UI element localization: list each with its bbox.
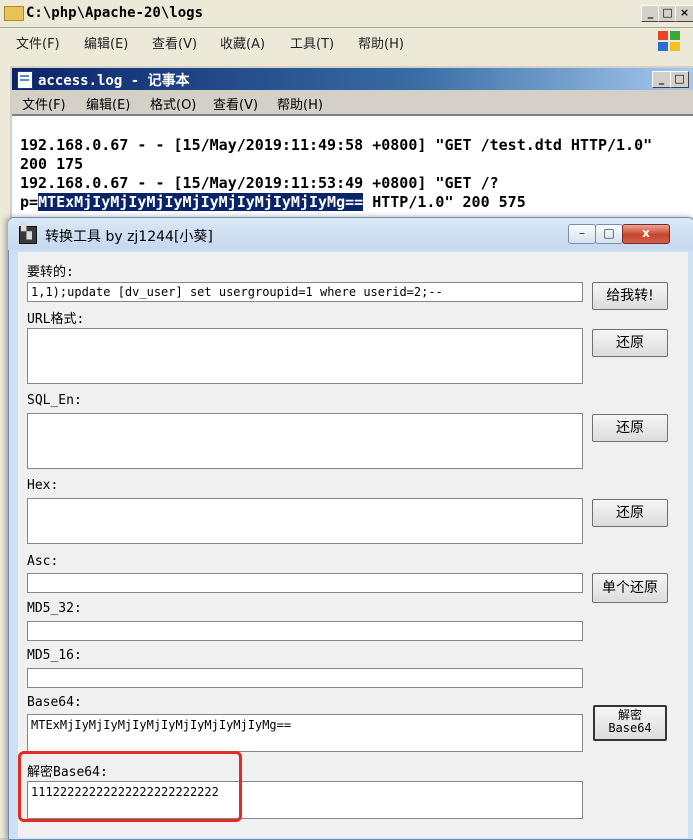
menu-view[interactable]: 查看(V): [152, 33, 197, 52]
log-line: p=MTExMjIyMjIyMjIyMjIyMjIyMjIyMjIyMg== H…: [20, 193, 526, 211]
notepad-icon: [17, 71, 33, 89]
highlight-annotation-box: [18, 751, 242, 822]
menu-edit[interactable]: 编辑(E): [84, 33, 128, 52]
hex-output[interactable]: [27, 498, 583, 544]
hex-restore-button[interactable]: 还原: [592, 499, 668, 527]
windows-logo-icon: [658, 31, 680, 51]
md5-32-label: MD5_32:: [27, 601, 82, 616]
input-label: 要转的:: [27, 265, 74, 280]
menu-tools[interactable]: 工具(T): [290, 33, 334, 52]
notepad-menu-help[interactable]: 帮助(H): [277, 94, 323, 113]
notepad-maximize-button[interactable]: □: [670, 71, 689, 88]
log-line: 192.168.0.67 - - [15/May/2019:11:49:58 +…: [20, 136, 653, 154]
log-suffix: HTTP/1.0" 200 575: [363, 193, 526, 211]
explorer-title-bar[interactable]: C:\php\Apache-20\logs _ □ ×: [0, 0, 693, 28]
md5-32-output[interactable]: [27, 621, 583, 641]
app-icon: [19, 224, 37, 244]
notepad-menu-format[interactable]: 格式(O): [150, 94, 196, 113]
asc-output[interactable]: [27, 573, 583, 593]
url-restore-button[interactable]: 还原: [592, 329, 668, 357]
converter-title-bar[interactable]: 转换工具 by zj1244[小葵] – □ x: [8, 218, 693, 250]
explorer-menu-bar: 文件(F) 编辑(E) 查看(V) 收藏(A) 工具(T) 帮助(H): [0, 28, 693, 54]
converter-minimize-button[interactable]: –: [568, 224, 596, 244]
folder-icon: [4, 6, 24, 21]
explorer-title: C:\php\Apache-20\logs: [26, 5, 204, 21]
decrypt-base64-button[interactable]: 解密 Base64: [593, 705, 667, 741]
menu-file[interactable]: 文件(F): [16, 33, 60, 52]
notepad-title: access.log - 记事本: [38, 73, 190, 89]
notepad-menu-bar: 文件(F) 编辑(E) 格式(O) 查看(V) 帮助(H): [12, 90, 693, 114]
selected-base64-text: MTExMjIyMjIyMjIyMjIyMjIyMjIyMjIyMg==: [38, 193, 364, 211]
explorer-toolbar: [0, 54, 693, 66]
single-restore-button[interactable]: 单个还原: [592, 573, 668, 603]
notepad-menu-view[interactable]: 查看(V): [213, 94, 258, 113]
close-button[interactable]: ×: [675, 5, 693, 22]
notepad-title-bar[interactable]: access.log - 记事本 _ □: [12, 68, 693, 90]
base64-label: Base64:: [27, 695, 82, 710]
hex-label: Hex:: [27, 478, 59, 493]
base64-output[interactable]: MTExMjIyMjIyMjIyMjIyMjIyMjIyMjIyMg==: [27, 714, 583, 752]
menu-favorites[interactable]: 收藏(A): [220, 33, 265, 52]
notepad-menu-edit[interactable]: 编辑(E): [86, 94, 130, 113]
sql-restore-button[interactable]: 还原: [592, 414, 668, 442]
url-label: URL格式:: [27, 312, 85, 327]
notepad-minimize-button[interactable]: _: [652, 71, 671, 88]
md5-16-output[interactable]: [27, 668, 583, 688]
sql-output[interactable]: [27, 413, 583, 469]
convert-button[interactable]: 给我转!: [592, 282, 668, 310]
sql-label: SQL_En:: [27, 393, 82, 408]
converter-close-button[interactable]: x: [622, 224, 670, 244]
decrypt-button-line2: Base64: [608, 721, 652, 735]
menu-help[interactable]: 帮助(H): [358, 33, 404, 52]
asc-label: Asc:: [27, 554, 59, 569]
url-output[interactable]: [27, 328, 583, 384]
notepad-menu-file[interactable]: 文件(F): [22, 94, 66, 113]
log-line: 200 175: [20, 155, 84, 173]
input-field[interactable]: 1,1);update [dv_user] set usergroupid=1 …: [27, 282, 583, 302]
converter-title: 转换工具 by zj1244[小葵]: [45, 229, 213, 245]
md5-16-label: MD5_16:: [27, 648, 82, 663]
log-line: 192.168.0.67 - - [15/May/2019:11:53:49 +…: [20, 174, 499, 192]
log-prefix: p=: [20, 193, 39, 211]
converter-maximize-button[interactable]: □: [595, 224, 623, 244]
